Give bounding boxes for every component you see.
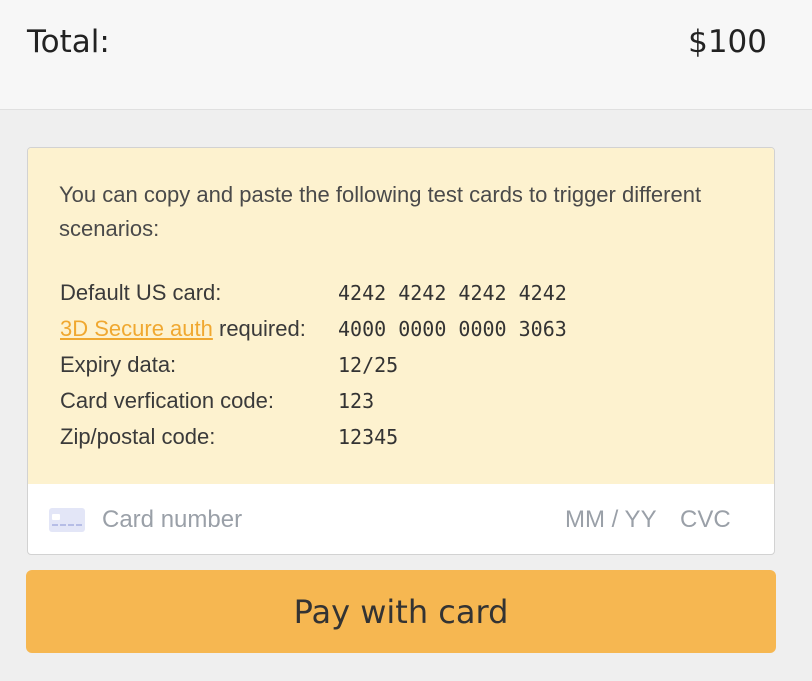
row-value: 4242 4242 4242 4242 (338, 281, 567, 305)
test-row-3d-secure: 3D Secure auth required: 4000 0000 0000 … (60, 311, 760, 347)
test-row-expiry: Expiry data: 12/25 (60, 347, 760, 383)
row-value: 123 (338, 389, 375, 413)
row-value: 12/25 (338, 353, 399, 377)
cvc-input[interactable]: CVC (680, 506, 731, 534)
notice-intro: You can copy and paste the following tes… (59, 182, 702, 241)
test-row-cvc: Card verfication code: 123 (60, 383, 760, 419)
card-number-input[interactable]: Card number (102, 506, 242, 534)
test-cards-notice: You can copy and paste the following tes… (28, 148, 774, 484)
card-input-field[interactable]: Card number MM / YY CVC (28, 484, 774, 554)
3d-secure-auth-link[interactable]: 3D Secure auth (60, 316, 213, 341)
order-total-bar: Total: $100 (0, 0, 812, 110)
test-row-zip: Zip/postal code: 12345 (60, 419, 760, 455)
row-value: 12345 (338, 425, 399, 449)
row-label: 3D Secure auth required: (60, 311, 306, 347)
payment-card-form: You can copy and paste the following tes… (27, 147, 775, 555)
row-label: Expiry data: (60, 352, 177, 377)
row-label: Zip/postal code: (60, 424, 216, 449)
total-label: Total: (27, 24, 110, 60)
total-amount: $100 (688, 24, 767, 60)
row-label: Card verfication code: (60, 388, 274, 413)
pay-with-card-button[interactable]: Pay with card (26, 570, 776, 653)
expiry-input[interactable]: MM / YY (565, 506, 657, 534)
row-label-suffix: required: (212, 316, 306, 341)
row-value: 4000 0000 0000 3063 (338, 317, 567, 341)
credit-card-icon (49, 508, 85, 532)
row-label: Default US card: (60, 280, 222, 305)
test-row-default-card: Default US card: 4242 4242 4242 4242 (60, 275, 760, 311)
